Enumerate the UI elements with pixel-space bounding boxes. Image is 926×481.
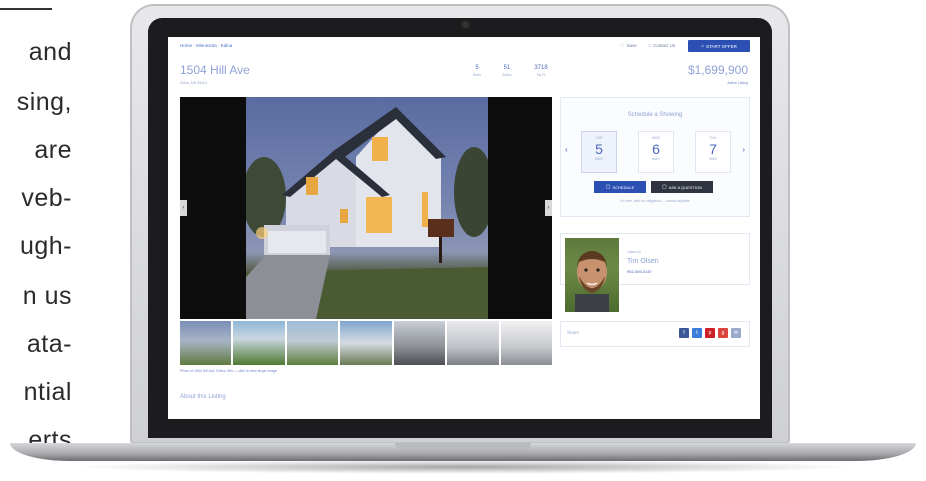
chevron-right-icon[interactable]: › — [742, 145, 745, 154]
agent-avatar — [565, 238, 619, 312]
schedule-title: Schedule a Showing — [627, 112, 683, 118]
date-weekday: THU — [709, 136, 717, 140]
gallery-caption[interactable]: Photo of 1504 Hill Ave, Edina, MN — clic… — [180, 369, 277, 373]
start-offer-label: START OFFER — [706, 43, 737, 49]
listing-status: Active Listing — [727, 81, 748, 85]
share-bar: Share f t p g ✉ — [560, 321, 750, 347]
photo-prev-button[interactable]: ‹ — [180, 200, 187, 216]
listing-city: Edina, MN 55424 — [180, 81, 208, 85]
date-weekday: TUE — [595, 136, 603, 140]
side-line: veb- — [21, 184, 72, 212]
description-heading: About this Listing — [180, 394, 226, 400]
side-line: ata- — [26, 330, 72, 358]
contact-link[interactable]: ○ Contact Us — [648, 43, 675, 49]
date-option[interactable]: THU 7 MAR — [695, 131, 731, 173]
breadcrumb[interactable]: Home · Minnesota · Edina — [180, 43, 232, 48]
google-plus-share-button[interactable]: g — [718, 328, 728, 338]
agent-role: Listed by — [627, 250, 642, 254]
date-month: MAR — [709, 157, 717, 161]
schedule-button[interactable]: ▢ SCHEDULE — [594, 181, 646, 193]
pinterest-share-button[interactable]: p — [705, 328, 715, 338]
date-day: 6 — [652, 141, 660, 157]
house-image — [246, 97, 488, 319]
facebook-share-button[interactable]: f — [679, 328, 689, 338]
date-option[interactable]: TUE 5 MAR — [581, 131, 617, 173]
home-icon: ⌂ — [701, 43, 705, 49]
agent-card: Listed by Tim Olsen 952-555-0187 — [560, 233, 750, 312]
date-weekday: WED — [651, 136, 661, 140]
thumbnail[interactable] — [447, 321, 499, 365]
chevron-left-icon[interactable]: ‹ — [565, 145, 568, 154]
chat-icon: ○ — [648, 43, 652, 49]
twitter-share-button[interactable]: t — [692, 328, 702, 338]
agent-name[interactable]: Tim Olsen — [627, 258, 659, 265]
contact-label: Contact Us — [653, 43, 676, 48]
calendar-icon: ▢ — [605, 184, 611, 190]
stat-beds: 5 Beds — [464, 65, 490, 77]
main-photo[interactable]: ‹ › — [180, 97, 552, 319]
google-plus-icon: g — [721, 330, 725, 336]
twitter-icon: t — [696, 330, 698, 336]
save-label: Save — [626, 43, 637, 48]
date-month: MAR — [595, 157, 603, 161]
side-line: sing, — [16, 88, 72, 116]
thumbnail-strip — [180, 321, 552, 365]
listing-price: $1,699,900 — [687, 63, 748, 77]
thumbnail[interactable] — [233, 321, 285, 365]
side-marketing-text: and sing, are veb- ugh- n us ata- ntial … — [0, 0, 120, 481]
email-share-button[interactable]: ✉ — [731, 328, 741, 338]
start-offer-button[interactable]: ⌂ START OFFER — [688, 40, 750, 52]
agent-portrait — [575, 251, 609, 312]
pinterest-icon: p — [708, 330, 712, 336]
chat-icon: ▢ — [661, 184, 667, 190]
webcam-icon — [462, 21, 469, 28]
thumbnail[interactable] — [180, 321, 232, 365]
stat-value: 5 — [475, 65, 479, 71]
stat-sqft: 3718 Sq Ft — [528, 65, 554, 77]
stat-value: 3718 — [534, 65, 548, 71]
stat-value: 51 — [503, 65, 511, 71]
house-illustration — [246, 107, 488, 319]
date-day: 7 — [709, 141, 717, 157]
listing-address: 1504 Hill Ave — [180, 63, 250, 77]
heart-icon: ♡ — [620, 43, 625, 49]
side-line: ntial — [23, 378, 72, 406]
stat-label: Baths — [502, 73, 512, 77]
share-label: Share — [567, 330, 580, 335]
save-link[interactable]: ♡ Save — [620, 43, 637, 49]
email-icon: ✉ — [733, 330, 739, 336]
laptop-shadow — [70, 460, 856, 474]
ask-question-label: ASK A QUESTION — [668, 184, 703, 190]
accent-rule — [0, 8, 52, 10]
facebook-icon: f — [683, 330, 685, 336]
stat-label: Beds — [473, 73, 481, 77]
thumbnail[interactable] — [340, 321, 392, 365]
thumbnail[interactable] — [393, 321, 446, 365]
chevron-left-icon: ‹ — [182, 205, 185, 211]
thumbnail[interactable] — [500, 321, 552, 365]
schedule-button-label: SCHEDULE — [612, 184, 635, 190]
side-line: ugh- — [19, 232, 72, 260]
stat-label: Sq Ft — [536, 73, 546, 77]
laptop-screen: Home · Minnesota · Edina ♡ Save ○ Contact … — [168, 37, 760, 419]
top-bar: Home · Minnesota · Edina ♡ Save ○ Contact … — [168, 37, 760, 59]
schedule-note: It's free, with no obligation — cancel a… — [620, 199, 690, 203]
thumbnail[interactable] — [286, 321, 339, 365]
date-day: 5 — [595, 141, 603, 157]
schedule-panel: Schedule a Showing ‹ › TUE 5 MAR WED 6 M… — [560, 97, 750, 217]
ask-question-button[interactable]: ▢ ASK A QUESTION — [651, 181, 713, 193]
agent-phone[interactable]: 952-555-0187 — [627, 269, 652, 274]
chevron-right-icon: › — [547, 205, 550, 211]
laptop-notch — [395, 443, 531, 450]
side-line: are — [34, 136, 72, 164]
photo-next-button[interactable]: › — [545, 200, 552, 216]
side-line: n us — [22, 282, 72, 310]
date-option[interactable]: WED 6 MAR — [638, 131, 674, 173]
stat-baths: 51 Baths — [494, 65, 520, 77]
date-month: MAR — [652, 157, 660, 161]
side-line: and — [28, 38, 72, 66]
